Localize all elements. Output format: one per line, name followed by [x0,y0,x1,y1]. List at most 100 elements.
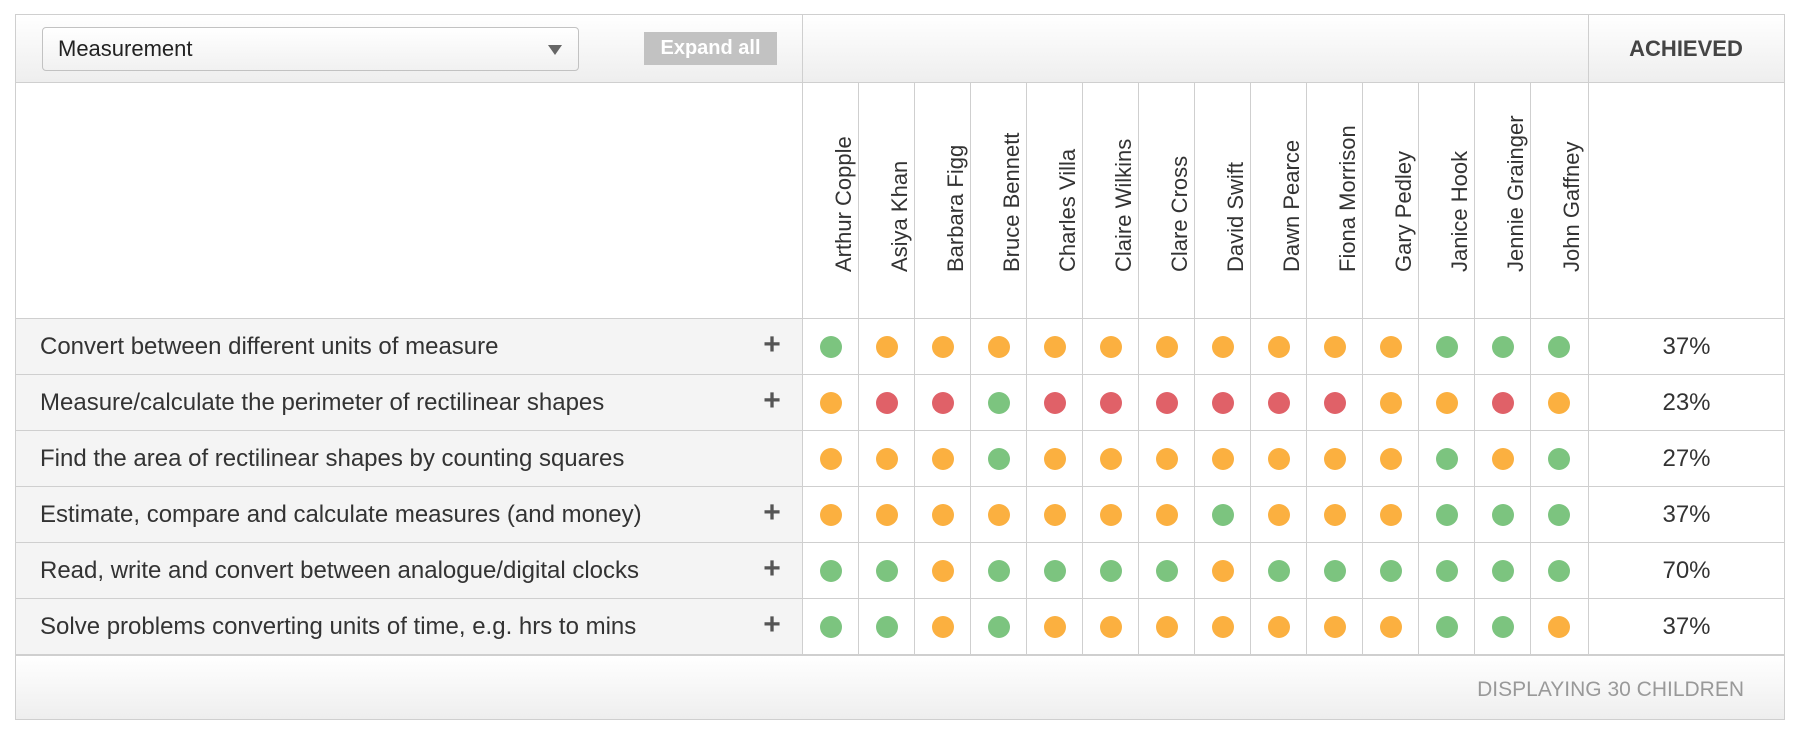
child-column-header: Charles Villa [1026,83,1082,318]
assessment-cell[interactable] [858,319,914,374]
assessment-cell[interactable] [914,543,970,598]
status-dot-amber [1380,336,1402,358]
status-dot-amber [932,504,954,526]
assessment-cell[interactable] [1082,319,1138,374]
assessment-cell[interactable] [1306,431,1362,486]
assessment-cell[interactable] [1362,599,1418,654]
assessment-cell[interactable] [1362,431,1418,486]
assessment-cell[interactable] [858,599,914,654]
strand-select[interactable]: Measurement [42,27,579,71]
assessment-cell[interactable] [1306,599,1362,654]
status-dot-amber [1268,448,1290,470]
assessment-cell[interactable] [1082,543,1138,598]
assessment-cell[interactable] [858,543,914,598]
expand-row-plus-icon[interactable]: + [757,383,787,419]
objective-label: Estimate, compare and calculate measures… [16,487,802,542]
assessment-cell[interactable] [1474,431,1530,486]
assessment-cell[interactable] [1250,375,1306,430]
assessment-cell[interactable] [1194,431,1250,486]
assessment-cell[interactable] [1474,487,1530,542]
assessment-cell[interactable] [1530,487,1586,542]
assessment-cell[interactable] [1138,375,1194,430]
assessment-cell[interactable] [1362,487,1418,542]
assessment-cell[interactable] [970,431,1026,486]
assessment-cell[interactable] [1026,599,1082,654]
assessment-cell[interactable] [1082,431,1138,486]
assessment-cell[interactable] [1530,319,1586,374]
assessment-cell[interactable] [1194,543,1250,598]
assessment-cell[interactable] [970,319,1026,374]
assessment-cell[interactable] [1418,375,1474,430]
assessment-cell[interactable] [1082,375,1138,430]
assessment-cell[interactable] [1474,543,1530,598]
assessment-cell[interactable] [802,431,858,486]
assessment-cell[interactable] [1138,599,1194,654]
assessment-cell[interactable] [1194,319,1250,374]
assessment-cell[interactable] [1250,431,1306,486]
assessment-cell[interactable] [802,599,858,654]
assessment-cell[interactable] [802,487,858,542]
assessment-cell[interactable] [970,599,1026,654]
assessment-cell[interactable] [1474,599,1530,654]
assessment-cell[interactable] [1306,375,1362,430]
assessment-cell[interactable] [858,487,914,542]
assessment-cell[interactable] [1306,319,1362,374]
assessment-cell[interactable] [1026,431,1082,486]
assessment-cell[interactable] [970,375,1026,430]
assessment-cell[interactable] [1194,599,1250,654]
assessment-cell[interactable] [1250,319,1306,374]
assessment-cell[interactable] [1194,375,1250,430]
assessment-cell[interactable] [914,431,970,486]
assessment-cell[interactable] [914,487,970,542]
assessment-cell[interactable] [1250,599,1306,654]
assessment-cell[interactable] [1306,543,1362,598]
assessment-cell[interactable] [1418,431,1474,486]
assessment-cell[interactable] [1418,599,1474,654]
assessment-cell[interactable] [1138,431,1194,486]
expand-row-plus-icon[interactable]: + [757,551,787,587]
assessment-cell[interactable] [1530,375,1586,430]
assessment-cell[interactable] [1082,599,1138,654]
assessment-cell[interactable] [970,543,1026,598]
assessment-cell[interactable] [914,599,970,654]
assessment-cell[interactable] [802,375,858,430]
assessment-cell[interactable] [1138,543,1194,598]
assessment-cell[interactable] [1138,319,1194,374]
assessment-cell[interactable] [858,431,914,486]
child-column-header: David Swift [1194,83,1250,318]
expand-all-button[interactable]: Expand all [644,32,777,65]
assessment-cell[interactable] [1362,319,1418,374]
assessment-cell[interactable] [1306,487,1362,542]
assessment-cell[interactable] [1530,431,1586,486]
assessment-cell[interactable] [1474,319,1530,374]
assessment-cell[interactable] [1530,543,1586,598]
assessment-cell[interactable] [1250,543,1306,598]
child-column-header: Asiya Khan [858,83,914,318]
assessment-cell[interactable] [802,543,858,598]
assessment-cell[interactable] [1194,487,1250,542]
achieved-percent: 37% [1588,319,1784,374]
assessment-cell[interactable] [1026,543,1082,598]
expand-row-plus-icon[interactable]: + [757,607,787,643]
assessment-cell[interactable] [1418,543,1474,598]
assessment-cell[interactable] [1418,487,1474,542]
assessment-cell[interactable] [1026,487,1082,542]
assessment-cell[interactable] [1026,319,1082,374]
assessment-cell[interactable] [1530,599,1586,654]
assessment-cell[interactable] [858,375,914,430]
assessment-cell[interactable] [914,319,970,374]
assessment-cell[interactable] [1362,543,1418,598]
assessment-cell[interactable] [1474,375,1530,430]
achieved-percent: 37% [1588,487,1784,542]
assessment-cell[interactable] [1250,487,1306,542]
assessment-cell[interactable] [1082,487,1138,542]
assessment-cell[interactable] [914,375,970,430]
expand-row-plus-icon[interactable]: + [757,327,787,363]
assessment-cell[interactable] [970,487,1026,542]
assessment-cell[interactable] [1026,375,1082,430]
assessment-cell[interactable] [1418,319,1474,374]
expand-row-plus-icon[interactable]: + [757,495,787,531]
assessment-cell[interactable] [1362,375,1418,430]
assessment-cell[interactable] [1138,487,1194,542]
assessment-cell[interactable] [802,319,858,374]
